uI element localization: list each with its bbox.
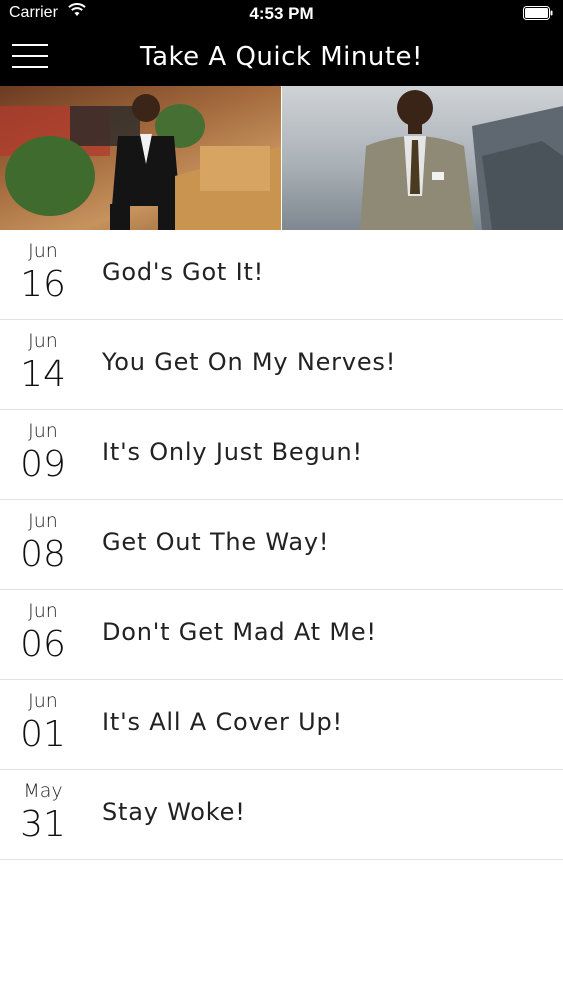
list-item[interactable]: Jun 01 It's All A Cover Up! <box>0 680 563 770</box>
post-day: 06 <box>20 624 66 665</box>
status-bar: Carrier 4:53 PM <box>0 0 563 28</box>
post-month: Jun <box>28 330 58 352</box>
hero-banner <box>0 86 563 230</box>
list-item[interactable]: Jun 14 You Get On My Nerves! <box>0 320 563 410</box>
post-date: Jun 06 <box>0 590 86 679</box>
list-item[interactable]: Jun 08 Get Out The Way! <box>0 500 563 590</box>
post-month: Jun <box>28 240 58 262</box>
post-day: 08 <box>20 534 66 575</box>
post-date: Jun 16 <box>0 230 86 319</box>
post-title: You Get On My Nerves! <box>102 348 397 376</box>
post-date: Jun 14 <box>0 320 86 409</box>
list-item[interactable]: Jun 09 It's Only Just Begun! <box>0 410 563 500</box>
post-day: 14 <box>20 354 66 395</box>
post-date: May 31 <box>0 770 86 859</box>
list-item[interactable]: Jun 16 God's Got It! <box>0 230 563 320</box>
post-month: Jun <box>28 600 58 622</box>
post-title: God's Got It! <box>102 258 265 286</box>
post-title: Stay Woke! <box>102 798 246 826</box>
post-title: It's All A Cover Up! <box>102 708 343 736</box>
post-day: 31 <box>20 804 66 845</box>
navigation-bar: Take A Quick Minute! <box>0 28 563 86</box>
hero-image-pulpit <box>0 86 281 230</box>
post-title: Don't Get Mad At Me! <box>102 618 377 646</box>
post-month: Jun <box>28 690 58 712</box>
post-month: Jun <box>28 510 58 532</box>
page-title: Take A Quick Minute! <box>140 42 423 72</box>
post-month: May <box>23 780 63 802</box>
post-date: Jun 09 <box>0 410 86 499</box>
hero-image-speaker <box>282 86 563 230</box>
post-day: 16 <box>20 264 66 305</box>
posts-list: Jun 16 God's Got It! Jun 14 You Get On M… <box>0 230 563 860</box>
post-day: 09 <box>20 444 66 485</box>
post-title: It's Only Just Begun! <box>102 438 363 466</box>
post-date: Jun 08 <box>0 500 86 589</box>
list-item[interactable]: Jun 06 Don't Get Mad At Me! <box>0 590 563 680</box>
post-title: Get Out The Way! <box>102 528 330 556</box>
list-item[interactable]: May 31 Stay Woke! <box>0 770 563 860</box>
post-date: Jun 01 <box>0 680 86 769</box>
battery-icon <box>523 6 553 20</box>
status-time: 4:53 PM <box>249 4 314 23</box>
post-day: 01 <box>20 714 66 755</box>
post-month: Jun <box>28 420 58 442</box>
